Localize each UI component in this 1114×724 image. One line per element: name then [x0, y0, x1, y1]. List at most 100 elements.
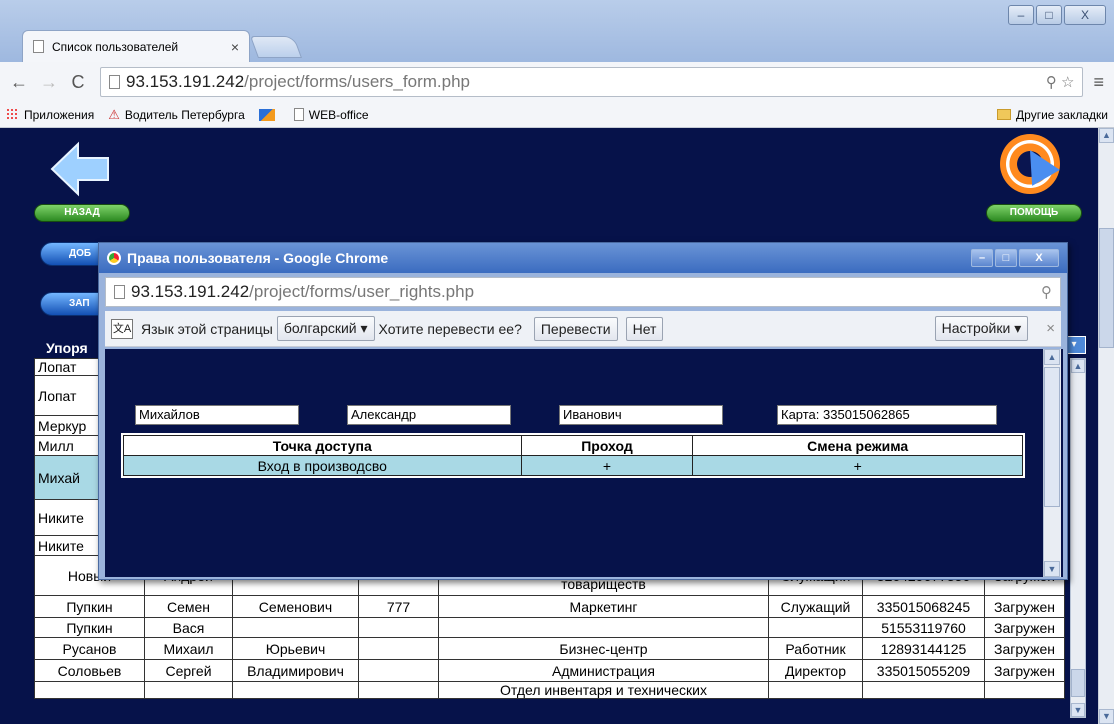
- help-lifebuoy-icon[interactable]: [1000, 134, 1060, 194]
- table-cell[interactable]: Русанов: [34, 637, 145, 660]
- table-cell[interactable]: [768, 681, 863, 699]
- mode-change-cell[interactable]: +: [692, 455, 1023, 476]
- help-button[interactable]: ПОМОЩЬ: [986, 204, 1082, 222]
- table-cell[interactable]: [34, 681, 145, 699]
- zoom-icon[interactable]: ⚲: [1041, 283, 1052, 301]
- table-cell[interactable]: [358, 637, 439, 660]
- scroll-up-icon[interactable]: ▲: [1071, 359, 1085, 373]
- scroll-thumb[interactable]: [1099, 228, 1114, 348]
- back-button[interactable]: НАЗАД: [34, 204, 130, 222]
- table-cell[interactable]: [358, 659, 439, 682]
- table-cell[interactable]: [232, 681, 359, 699]
- new-tab-button[interactable]: [249, 36, 303, 58]
- table-cell[interactable]: Работник: [768, 637, 863, 660]
- settings-button[interactable]: Настройки ▾: [934, 316, 1029, 341]
- zoom-star-icons[interactable]: ⚲ ☆: [1046, 73, 1075, 91]
- table-cell[interactable]: 12893144125: [862, 637, 985, 660]
- table-cell[interactable]: [232, 617, 359, 638]
- tab-close-icon[interactable]: ×: [231, 39, 239, 55]
- table-cell[interactable]: Отдел инвентаря и технических: [438, 681, 769, 699]
- table-row[interactable]: Русанов Михаил Юрьевич Бизнес-центр Работник…: [34, 637, 1065, 660]
- translate-bar: 文A Язык этой страницы болгарский ▾ Хотит…: [105, 311, 1061, 347]
- table-row[interactable]: Соловьев Сергей Владимирович Администрация Д…: [34, 659, 1065, 682]
- address-bar[interactable]: 93.153.191.242/project/forms/users_form.…: [100, 67, 1084, 97]
- bookmark-apps[interactable]: Приложения: [6, 108, 94, 122]
- table-cell[interactable]: [984, 681, 1065, 699]
- table-cell[interactable]: Загружен: [984, 595, 1065, 618]
- table-cell[interactable]: 335015068245: [862, 595, 985, 618]
- table-cell[interactable]: Маркетинг: [438, 595, 769, 618]
- table-scrollbar[interactable]: ▲ ▼: [1070, 358, 1086, 718]
- browser-tab[interactable]: Список пользователей ×: [22, 30, 250, 62]
- table-cell[interactable]: Семенович: [232, 595, 359, 618]
- popup-scrollbar[interactable]: ▲ ▼: [1043, 349, 1061, 577]
- no-button[interactable]: Нет: [625, 316, 664, 341]
- table-cell[interactable]: Пупкин: [34, 595, 145, 618]
- table-cell[interactable]: [358, 617, 439, 638]
- table-cell[interactable]: [438, 617, 769, 638]
- table-cell[interactable]: Загружен: [984, 637, 1065, 660]
- scroll-thumb[interactable]: [1071, 669, 1085, 697]
- table-row[interactable]: Отдел инвентаря и технических: [34, 681, 1065, 699]
- table-cell[interactable]: 51553119760: [862, 617, 985, 638]
- maximize-button[interactable]: □: [1036, 5, 1062, 25]
- bookmark-driver[interactable]: ⚠ Водитель Петербурга: [108, 107, 245, 123]
- table-cell[interactable]: Соловьев: [34, 659, 145, 682]
- scroll-up-icon[interactable]: ▲: [1044, 349, 1060, 365]
- table-cell[interactable]: Бизнес-центр: [438, 637, 769, 660]
- scroll-down-icon[interactable]: ▼: [1071, 703, 1085, 717]
- table-cell[interactable]: [358, 681, 439, 699]
- popup-close-button[interactable]: X: [1019, 249, 1059, 267]
- menu-icon[interactable]: ≡: [1093, 72, 1104, 93]
- scroll-thumb[interactable]: [1044, 367, 1060, 507]
- table-cell[interactable]: Вася: [144, 617, 233, 638]
- last-name-field[interactable]: Михайлов: [135, 405, 299, 425]
- forward-arrow-icon[interactable]: →: [40, 72, 58, 93]
- popup-maximize-button[interactable]: □: [995, 249, 1017, 267]
- bookmark-other[interactable]: Другие закладки: [997, 108, 1108, 122]
- table-cell[interactable]: Загружен: [984, 659, 1065, 682]
- table-cell[interactable]: [768, 617, 863, 638]
- table-cell[interactable]: [862, 681, 985, 699]
- back-arrow-icon[interactable]: ←: [10, 72, 28, 93]
- table-cell[interactable]: Администрация: [438, 659, 769, 682]
- close-window-button[interactable]: X: [1064, 5, 1106, 25]
- middle-name-field[interactable]: Иванович: [559, 405, 723, 425]
- folder-icon: [997, 109, 1012, 120]
- table-row[interactable]: Пупкин Вася 51553119760 Загружен: [34, 617, 1065, 638]
- back-arrow-icon[interactable]: [48, 138, 112, 200]
- scroll-down-icon[interactable]: ▼: [1099, 709, 1114, 724]
- table-cell[interactable]: 777: [358, 595, 439, 618]
- translate-button[interactable]: Перевести: [533, 316, 618, 341]
- reload-icon[interactable]: C: [70, 72, 86, 93]
- table-cell[interactable]: Пупкин: [34, 617, 145, 638]
- table-cell[interactable]: Юрьевич: [232, 637, 359, 660]
- table-cell[interactable]: Директор: [768, 659, 863, 682]
- bookmarks-bar: Приложения ⚠ Водитель Петербурга WEB-off…: [0, 102, 1114, 128]
- pass-cell[interactable]: +: [520, 455, 694, 476]
- table-cell[interactable]: Загружен: [984, 617, 1065, 638]
- popup-minimize-button[interactable]: –: [971, 249, 993, 267]
- translate-close-icon[interactable]: ×: [1046, 320, 1055, 337]
- popup-address-bar[interactable]: 93.153.191.242/project/forms/user_rights…: [105, 277, 1061, 307]
- bookmark-blue[interactable]: [258, 108, 280, 121]
- access-point-cell[interactable]: Вход в производсво: [123, 455, 522, 476]
- table-row[interactable]: Пупкин Семен Семенович 777 Маркетинг Служащий…: [34, 595, 1065, 618]
- table-cell[interactable]: Семен: [144, 595, 233, 618]
- bookmark-web-office[interactable]: WEB-office: [293, 108, 369, 122]
- first-name-field[interactable]: Александр: [347, 405, 511, 425]
- minimize-button[interactable]: –: [1008, 5, 1034, 25]
- card-field[interactable]: Карта: 335015062865: [777, 405, 997, 425]
- language-select[interactable]: болгарский ▾: [276, 316, 375, 341]
- scroll-down-icon[interactable]: ▼: [1044, 561, 1060, 577]
- table-cell[interactable]: Михаил: [144, 637, 233, 660]
- scroll-up-icon[interactable]: ▲: [1099, 128, 1114, 143]
- cursor-icon: [1016, 142, 1060, 186]
- table-row[interactable]: Вход в производсво + +: [123, 455, 1023, 476]
- table-cell[interactable]: [144, 681, 233, 699]
- table-cell[interactable]: Сергей: [144, 659, 233, 682]
- table-cell[interactable]: Владимирович: [232, 659, 359, 682]
- table-cell[interactable]: 335015055209: [862, 659, 985, 682]
- page-scrollbar[interactable]: ▲ ▼: [1098, 128, 1114, 724]
- table-cell[interactable]: Служащий: [768, 595, 863, 618]
